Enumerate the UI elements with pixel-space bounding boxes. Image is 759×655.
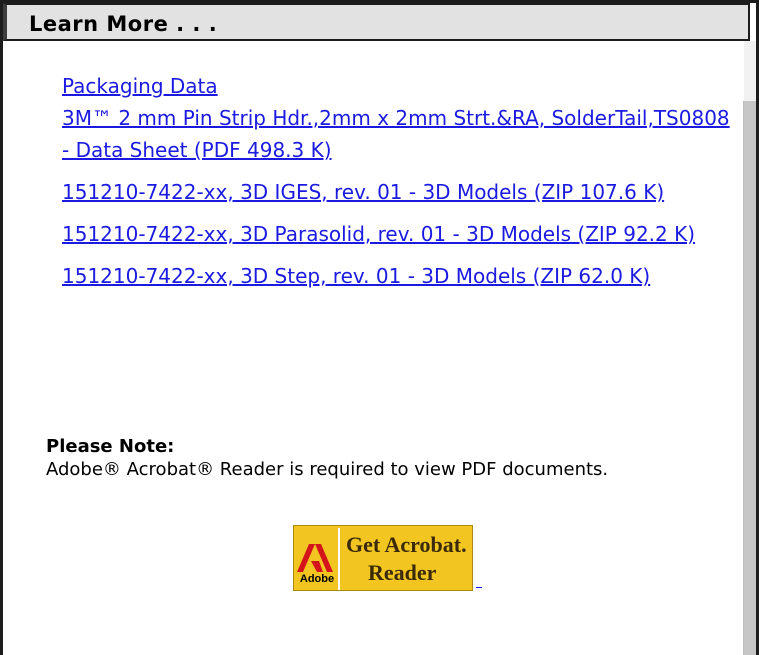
adobe-brand-label: Adobe [299,573,335,585]
badge-link-underline [476,587,482,588]
get-acrobat-reader-button[interactable]: Adobe Get Acrobat. Reader [293,525,473,591]
scrollbar-track[interactable] [743,41,756,655]
panel-title: Learn More . . . [29,12,218,36]
note-text: Adobe® Acrobat® Reader is required to vi… [46,459,609,480]
scrollbar-thumb[interactable] [743,101,756,655]
please-note: Please Note: Adobe® Acrobat® Reader is r… [46,436,736,482]
link-3d-iges[interactable]: 151210-7422-xx, 3D IGES, rev. 01 - 3D Mo… [62,176,732,208]
learn-more-panel: Learn More . . . Packaging Data 3M™ 2 mm… [0,0,759,655]
link-data-sheet[interactable]: 3M™ 2 mm Pin Strip Hdr.,2mm x 2mm Strt.&… [62,102,732,166]
panel-header: Learn More . . . [3,3,750,41]
badge-reader: Reader [368,560,437,585]
link-packaging-data[interactable]: Packaging Data [62,70,732,102]
adobe-logo-icon [297,544,333,572]
link-3d-step[interactable]: 151210-7422-xx, 3D Step, rev. 01 - 3D Mo… [62,260,732,292]
badge-get-acrobat: Get Acrobat. [346,532,467,557]
note-title: Please Note: [46,436,175,457]
badge-divider [338,528,340,590]
get-acrobat-badge[interactable]: Adobe Get Acrobat. Reader [293,525,473,591]
resource-links: Packaging Data 3M™ 2 mm Pin Strip Hdr.,2… [62,70,732,302]
link-3d-parasolid[interactable]: 151210-7422-xx, 3D Parasolid, rev. 01 - … [62,218,732,250]
